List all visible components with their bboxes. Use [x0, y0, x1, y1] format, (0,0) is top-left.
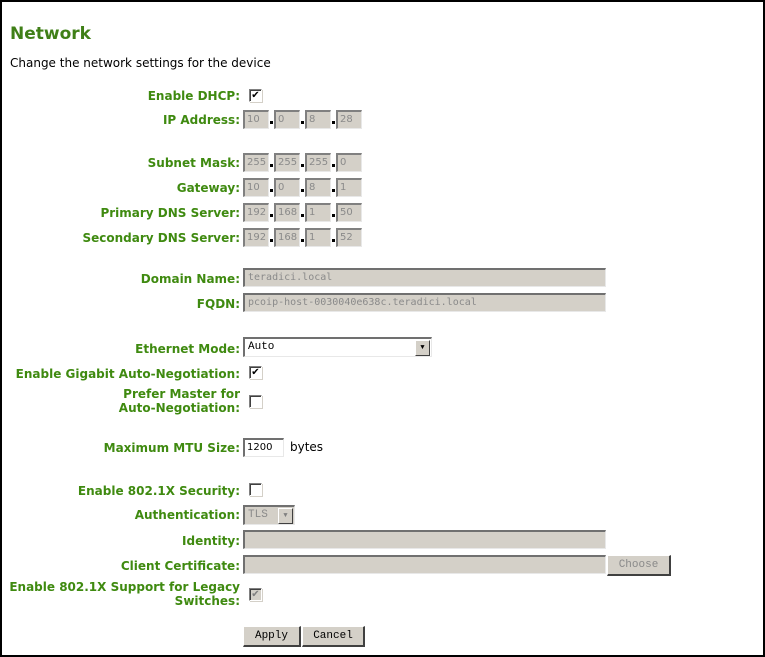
dhcp-checkbox[interactable]: ✔ [249, 89, 262, 102]
apply-button[interactable]: Apply [243, 626, 301, 647]
page-subtitle: Change the network settings for the devi… [10, 56, 271, 70]
octet-separator [270, 239, 273, 242]
prefer-master-row: Prefer Master for Auto-Negotiation: [2, 387, 763, 417]
ethernet-mode-row: Ethernet Mode: Auto ▼ [2, 337, 763, 357]
chevron-down-icon[interactable]: ▼ [415, 340, 430, 356]
secondary-dns-octet-2[interactable]: 168 [274, 228, 300, 247]
network-settings-page: Network Change the network settings for … [0, 0, 765, 657]
octet-separator [301, 189, 304, 192]
domain-name-label: Domain Name: [140, 272, 240, 286]
gateway-row: Gateway: 10 0 8 1 [2, 178, 763, 198]
ip-address-octet-2[interactable]: 0 [274, 110, 300, 129]
octet-separator [301, 214, 304, 217]
octet-separator [332, 189, 335, 192]
authentication-value: TLS [248, 509, 268, 521]
subnet-mask-octet-1[interactable]: 255 [243, 153, 269, 172]
primary-dns-octet-2[interactable]: 168 [274, 203, 300, 222]
prefer-master-label-line2: Auto-Negotiation: [118, 401, 240, 415]
octet-separator [332, 121, 335, 124]
identity-input[interactable] [243, 530, 606, 549]
ip-address-row: IP Address: 10 0 8 28 [2, 110, 763, 130]
gateway-octet-1[interactable]: 10 [243, 178, 269, 197]
client-certificate-input[interactable] [243, 555, 606, 574]
domain-name-row: Domain Name: teradici.local [2, 268, 763, 288]
page-title: Network [10, 24, 91, 44]
dhcp-row: Enable DHCP: ✔ [2, 88, 763, 108]
identity-row: Identity: [2, 530, 763, 550]
mtu-input[interactable]: 1200 [243, 438, 284, 457]
gateway-label: Gateway: [176, 181, 240, 195]
subnet-mask-octet-2[interactable]: 255 [274, 153, 300, 172]
client-certificate-row: Client Certificate: Choose [2, 555, 763, 576]
security-8021x-row: Enable 802.1X Security: [2, 482, 763, 502]
prefer-master-label-line1: Prefer Master for [123, 387, 240, 401]
legacy-switches-label-line2: Switches: [174, 594, 240, 608]
secondary-dns-label: Secondary DNS Server: [82, 231, 241, 245]
ip-address-octet-4[interactable]: 28 [336, 110, 362, 129]
octet-separator [332, 239, 335, 242]
octet-separator [301, 239, 304, 242]
ip-address-label: IP Address: [162, 113, 240, 127]
subnet-mask-octet-3[interactable]: 255 [305, 153, 331, 172]
primary-dns-octet-3[interactable]: 1 [305, 203, 331, 222]
ip-address-octet-3[interactable]: 8 [305, 110, 331, 129]
authentication-label: Authentication: [134, 508, 240, 522]
choose-certificate-button[interactable]: Choose [607, 555, 671, 576]
dhcp-label: Enable DHCP: [147, 89, 240, 103]
identity-label: Identity: [182, 534, 240, 548]
octet-separator [301, 164, 304, 167]
cancel-button[interactable]: Cancel [302, 626, 365, 647]
primary-dns-octet-1[interactable]: 192 [243, 203, 269, 222]
gigabit-autoneg-checkbox[interactable]: ✔ [249, 366, 262, 379]
ip-address-octet-1[interactable]: 10 [243, 110, 269, 129]
fqdn-label: FQDN: [196, 297, 240, 311]
mtu-unit: bytes [290, 440, 324, 454]
legacy-switches-checkbox[interactable]: ✔ [249, 588, 262, 601]
subnet-mask-row: Subnet Mask: 255 255 255 0 [2, 153, 763, 173]
ethernet-mode-value: Auto [248, 341, 275, 353]
octet-separator [270, 214, 273, 217]
chevron-down-icon[interactable]: ▼ [278, 508, 293, 524]
security-8021x-checkbox[interactable] [249, 483, 262, 496]
legacy-switches-label-line1: Enable 802.1X Support for Legacy [9, 580, 240, 594]
secondary-dns-octet-4[interactable]: 52 [336, 228, 362, 247]
subnet-mask-label: Subnet Mask: [147, 156, 240, 170]
security-8021x-label: Enable 802.1X Security: [77, 484, 240, 498]
octet-separator [270, 121, 273, 124]
authentication-select[interactable]: TLS ▼ [243, 505, 295, 525]
secondary-dns-octet-3[interactable]: 1 [305, 228, 331, 247]
ethernet-mode-label: Ethernet Mode: [135, 342, 240, 356]
octet-separator [301, 121, 304, 124]
octet-separator [332, 164, 335, 167]
gateway-octet-2[interactable]: 0 [274, 178, 300, 197]
secondary-dns-octet-1[interactable]: 192 [243, 228, 269, 247]
gateway-octet-4[interactable]: 1 [336, 178, 362, 197]
primary-dns-label: Primary DNS Server: [100, 206, 240, 220]
prefer-master-checkbox[interactable] [249, 395, 262, 408]
mtu-row: Maximum MTU Size: 1200 bytes [2, 438, 763, 458]
subnet-mask-octet-4[interactable]: 0 [336, 153, 362, 172]
gigabit-autoneg-label: Enable Gigabit Auto-Negotiation: [15, 367, 240, 381]
fqdn-row: FQDN: pcoip-host-0030040e638c.teradici.l… [2, 293, 763, 313]
domain-name-input[interactable]: teradici.local [243, 268, 606, 287]
primary-dns-row: Primary DNS Server: 192 168 1 50 [2, 203, 763, 223]
client-certificate-label: Client Certificate: [120, 559, 240, 573]
mtu-label: Maximum MTU Size: [103, 441, 240, 455]
secondary-dns-row: Secondary DNS Server: 192 168 1 52 [2, 228, 763, 248]
octet-separator [270, 189, 273, 192]
gateway-octet-3[interactable]: 8 [305, 178, 331, 197]
gigabit-autoneg-row: Enable Gigabit Auto-Negotiation: ✔ [2, 365, 763, 385]
authentication-row: Authentication: TLS ▼ [2, 505, 763, 525]
octet-separator [270, 164, 273, 167]
octet-separator [332, 214, 335, 217]
ethernet-mode-select[interactable]: Auto ▼ [243, 337, 432, 357]
fqdn-input[interactable]: pcoip-host-0030040e638c.teradici.local [243, 293, 606, 312]
primary-dns-octet-4[interactable]: 50 [336, 203, 362, 222]
legacy-switches-row: Enable 802.1X Support for Legacy Switche… [2, 579, 763, 609]
